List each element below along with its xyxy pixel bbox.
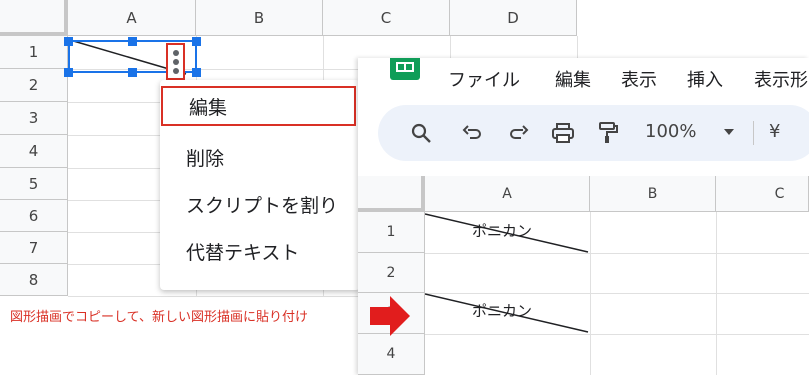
- sheets-window: ファイル 編集 表示 挿入 表示形 100% ¥ A B C 1 2 3: [358, 58, 809, 375]
- menu-bar: ファイル 編集 表示 挿入 表示形: [358, 58, 809, 98]
- row-header-3[interactable]: 3: [0, 102, 68, 135]
- row-header-4[interactable]: 4: [358, 334, 425, 375]
- drawing-options-button[interactable]: [166, 43, 185, 80]
- resize-handle[interactable]: [64, 37, 73, 46]
- chevron-down-icon[interactable]: [724, 129, 734, 135]
- context-menu: 編集 削除 スクリプトを割り 代替テキスト: [160, 80, 360, 290]
- select-all-corner[interactable]: [0, 0, 68, 36]
- column-header-c[interactable]: C: [716, 176, 809, 212]
- column-header-b[interactable]: B: [590, 176, 716, 212]
- menu-item-edit[interactable]: 編集: [161, 86, 356, 126]
- menu-file[interactable]: ファイル: [448, 66, 520, 92]
- toolbar-divider: [753, 121, 754, 145]
- column-header-a[interactable]: A: [425, 176, 590, 212]
- column-header-d[interactable]: D: [450, 0, 577, 36]
- row-header-6[interactable]: 6: [0, 200, 68, 232]
- more-vert-icon: [172, 49, 179, 56]
- instruction-caption: 図形描画でコピーして、新しい図形描画に貼り付け: [10, 310, 308, 325]
- row-header-1[interactable]: 1: [0, 36, 68, 69]
- resize-handle[interactable]: [128, 68, 137, 77]
- row-header-5[interactable]: 5: [0, 168, 68, 200]
- sheets-logo-icon[interactable]: [390, 58, 420, 80]
- resize-handle[interactable]: [128, 37, 137, 46]
- search-icon[interactable]: [406, 105, 436, 161]
- print-icon[interactable]: [548, 105, 578, 161]
- pointer-arrow-icon: [370, 296, 410, 336]
- undo-icon[interactable]: [458, 105, 488, 161]
- column-header-a[interactable]: A: [68, 0, 196, 36]
- row-header-2[interactable]: 2: [0, 69, 68, 102]
- more-vert-icon: [172, 58, 179, 65]
- resize-handle[interactable]: [192, 37, 201, 46]
- row-header-1[interactable]: 1: [358, 212, 425, 253]
- menu-edit[interactable]: 編集: [555, 66, 591, 92]
- foreground-grid: A B C 1 2 3 4 ポニカン ポニカン: [358, 176, 809, 375]
- resize-handle[interactable]: [192, 68, 201, 77]
- column-header-b[interactable]: B: [196, 0, 323, 36]
- resize-handle[interactable]: [64, 68, 73, 77]
- row-header-8[interactable]: 8: [0, 264, 68, 296]
- drawing-shape-text[interactable]: ポニカン: [472, 300, 532, 321]
- row-header-2[interactable]: 2: [358, 253, 425, 293]
- menu-insert[interactable]: 挿入: [687, 66, 723, 92]
- menu-view[interactable]: 表示: [621, 66, 657, 92]
- toolbar: 100% ¥: [378, 105, 809, 161]
- row-header-4[interactable]: 4: [0, 135, 68, 168]
- gridline: [425, 334, 809, 335]
- column-header-c[interactable]: C: [323, 0, 450, 36]
- menu-format[interactable]: 表示形: [754, 66, 808, 92]
- row-header-7[interactable]: 7: [0, 232, 68, 264]
- select-all-corner[interactable]: [358, 176, 425, 212]
- paint-format-icon[interactable]: [593, 105, 623, 161]
- zoom-select[interactable]: 100%: [645, 121, 696, 142]
- drawing-shape-text[interactable]: ポニカン: [472, 220, 532, 241]
- menu-item-alt-text[interactable]: 代替テキスト: [160, 231, 360, 271]
- redo-icon[interactable]: [503, 105, 533, 161]
- more-vert-icon: [172, 67, 179, 74]
- currency-format-button[interactable]: ¥: [769, 121, 780, 142]
- menu-item-assign-script[interactable]: スクリプトを割り: [160, 184, 360, 224]
- menu-item-delete[interactable]: 削除: [160, 137, 360, 177]
